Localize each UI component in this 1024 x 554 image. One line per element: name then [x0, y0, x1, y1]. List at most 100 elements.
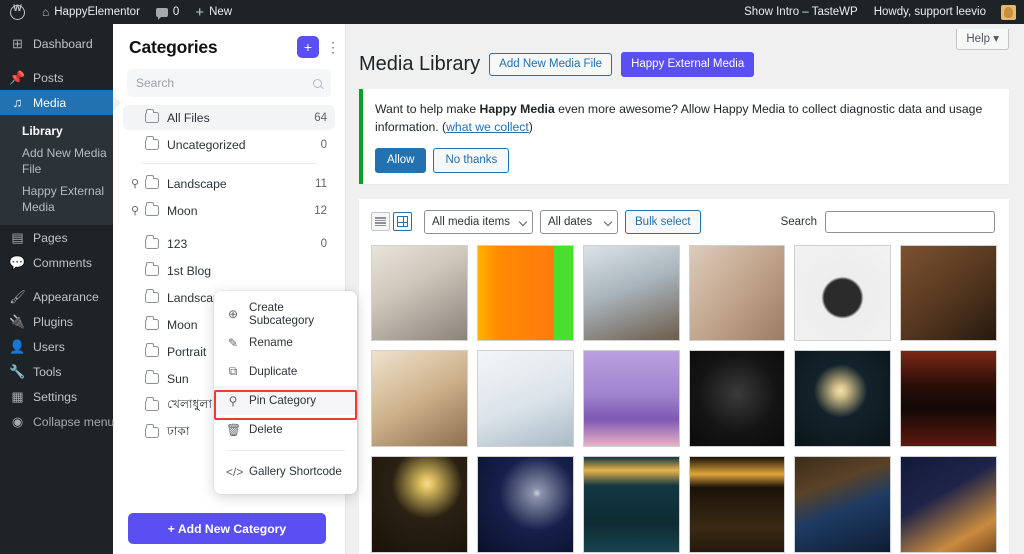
- category-name: Landscape: [167, 176, 227, 191]
- sidebar-item-tools[interactable]: 🔧 Tools: [0, 359, 113, 384]
- wordpress-logo-button[interactable]: [0, 0, 34, 24]
- media-type-filter[interactable]: All media items: [424, 209, 533, 234]
- media-search-input[interactable]: [825, 210, 995, 233]
- sidebar-item-dashboard[interactable]: ⊞ Dashboard: [0, 31, 113, 56]
- category-count: 12: [314, 204, 327, 217]
- show-intro-button[interactable]: Show Intro – TasteWP: [736, 0, 866, 24]
- submenu-item-add-new-media-file[interactable]: Add New Media File: [0, 142, 113, 180]
- list-view-icon[interactable]: [371, 212, 390, 232]
- date-filter-wrapper: All dates: [540, 209, 618, 234]
- plus-circle-icon: ⊕: [227, 306, 239, 321]
- sidebar-item-appearance[interactable]: 🖌 Appearance: [0, 284, 113, 309]
- page-header: Media Library Add New Media File Happy E…: [345, 50, 1024, 77]
- media-thumbnail[interactable]: [582, 350, 680, 448]
- category-row-landscape-pinned[interactable]: ⚲ Landscape 11: [123, 171, 335, 196]
- no-thanks-button[interactable]: No thanks: [433, 147, 510, 173]
- media-submenu: Library Add New Media File Happy Externa…: [0, 115, 113, 225]
- media-grid: [359, 244, 1009, 554]
- context-menu-item-duplicate[interactable]: ⧉ Duplicate: [214, 357, 357, 386]
- folder-icon: [145, 343, 159, 357]
- category-count: 64: [314, 111, 327, 124]
- notice-text: Want to help make Happy Media even more …: [375, 100, 997, 137]
- category-search-input[interactable]: [136, 76, 313, 90]
- settings-icon: ▦: [11, 388, 24, 404]
- sidebar-label-pages: Pages: [33, 230, 68, 245]
- media-thumbnail[interactable]: [900, 456, 997, 554]
- context-menu-item-pin-category[interactable]: ⚲ Pin Category: [214, 386, 357, 415]
- folder-icon: [145, 289, 159, 303]
- folder-icon: [145, 235, 159, 249]
- media-toolbar: All media items All dates Bulk select Se…: [359, 199, 1009, 245]
- sidebar-label-media: Media: [33, 95, 67, 110]
- category-row-uncategorized[interactable]: ⚲ Uncategorized 0: [123, 132, 335, 157]
- happy-external-media-button[interactable]: Happy External Media: [621, 52, 755, 77]
- category-search-box[interactable]: [127, 69, 331, 97]
- media-thumbnail[interactable]: [688, 244, 786, 342]
- media-thumbnail[interactable]: [476, 350, 574, 448]
- media-thumbnail[interactable]: [371, 350, 468, 448]
- sidebar-item-collapse-menu[interactable]: ◉ Collapse menu: [0, 409, 114, 434]
- media-thumbnail[interactable]: [900, 350, 997, 448]
- avatar: [1001, 4, 1016, 20]
- comments-button[interactable]: 0: [148, 0, 187, 24]
- context-menu-label: Gallery Shortcode: [249, 465, 342, 478]
- sidebar-item-settings[interactable]: ▦ Settings: [0, 384, 113, 409]
- sidebar-item-media[interactable]: ♫ Media: [0, 90, 113, 115]
- sidebar-item-plugins[interactable]: 🔌 Plugins: [0, 309, 113, 334]
- context-menu-label: Delete: [249, 423, 283, 436]
- grid-view-icon[interactable]: [393, 212, 412, 232]
- what-we-collect-link[interactable]: what we collect: [446, 120, 529, 134]
- context-menu-item-delete[interactable]: 🗑 Delete: [214, 415, 357, 444]
- media-thumbnail[interactable]: [476, 456, 574, 554]
- media-thumbnail[interactable]: [582, 244, 680, 342]
- help-button[interactable]: Help ▾: [956, 29, 1009, 50]
- sidebar-label-users: Users: [33, 339, 65, 354]
- admin-sidebar: ⊞ Dashboard 📌 Posts ♫ Media Library Add …: [0, 24, 114, 554]
- media-thumbnail[interactable]: [688, 456, 786, 554]
- add-new-media-file-button[interactable]: Add New Media File: [489, 53, 613, 76]
- pin-icon[interactable]: ⚲: [131, 204, 144, 217]
- sidebar-item-users[interactable]: 👤 Users: [0, 334, 113, 359]
- context-menu-item-rename[interactable]: ✎ Rename: [214, 328, 357, 357]
- media-thumbnail[interactable]: [794, 244, 892, 342]
- category-row-123[interactable]: ⚲ 123 0: [123, 231, 335, 256]
- media-thumbnail[interactable]: [688, 350, 786, 448]
- sidebar-item-pages[interactable]: ▤ Pages: [0, 225, 113, 250]
- media-thumbnail[interactable]: [794, 456, 892, 554]
- context-menu-item-gallery-shortcode[interactable]: </> Gallery Shortcode: [214, 457, 357, 486]
- show-intro-label: Show Intro – TasteWP: [744, 6, 858, 18]
- media-thumbnail[interactable]: [476, 244, 574, 342]
- context-menu-item-create-subcategory[interactable]: ⊕ Create Subcategory: [214, 299, 357, 328]
- sidebar-item-posts[interactable]: 📌 Posts: [0, 65, 113, 90]
- new-content-button[interactable]: + New: [187, 0, 240, 24]
- media-thumbnail[interactable]: [900, 244, 997, 342]
- submenu-item-happy-external-media[interactable]: Happy External Media: [0, 180, 113, 218]
- media-thumbnail[interactable]: [371, 456, 468, 554]
- pin-icon[interactable]: ⚲: [131, 177, 144, 190]
- site-name-button[interactable]: ⌂ HappyElementor: [34, 0, 148, 24]
- allow-button[interactable]: Allow: [375, 147, 427, 173]
- category-row-1st-blog[interactable]: ⚲ 1st Blog: [123, 258, 335, 283]
- sidebar-label-appearance: Appearance: [33, 289, 99, 304]
- sidebar-item-comments[interactable]: 💬 Comments: [0, 250, 113, 275]
- category-name: Uncategorized: [167, 137, 246, 152]
- category-row-moon-pinned[interactable]: ⚲ Moon 12: [123, 198, 335, 223]
- submenu-item-library[interactable]: Library: [0, 120, 113, 142]
- bulk-select-button[interactable]: Bulk select: [625, 209, 701, 234]
- category-row-all-files[interactable]: ⚲ All Files 64: [123, 105, 335, 130]
- sidebar-label-comments: Comments: [33, 255, 92, 270]
- categories-header-actions: + ⋮: [297, 36, 340, 58]
- diagnostic-notice: Want to help make Happy Media even more …: [359, 89, 1009, 184]
- media-thumbnail[interactable]: [794, 350, 892, 448]
- notice-text-end: ): [528, 120, 533, 135]
- howdy-menu[interactable]: Howdy, support leevio: [866, 0, 994, 24]
- help-row: Help ▾: [345, 24, 1024, 50]
- add-category-icon-button[interactable]: +: [297, 36, 319, 58]
- add-new-category-button[interactable]: + Add New Category: [128, 513, 326, 544]
- date-filter[interactable]: All dates: [540, 209, 618, 234]
- folder-icon: [145, 175, 159, 189]
- kebab-menu-icon[interactable]: ⋮: [326, 40, 340, 54]
- category-count: 11: [315, 177, 327, 190]
- media-thumbnail[interactable]: [582, 456, 680, 554]
- media-thumbnail[interactable]: [371, 244, 468, 342]
